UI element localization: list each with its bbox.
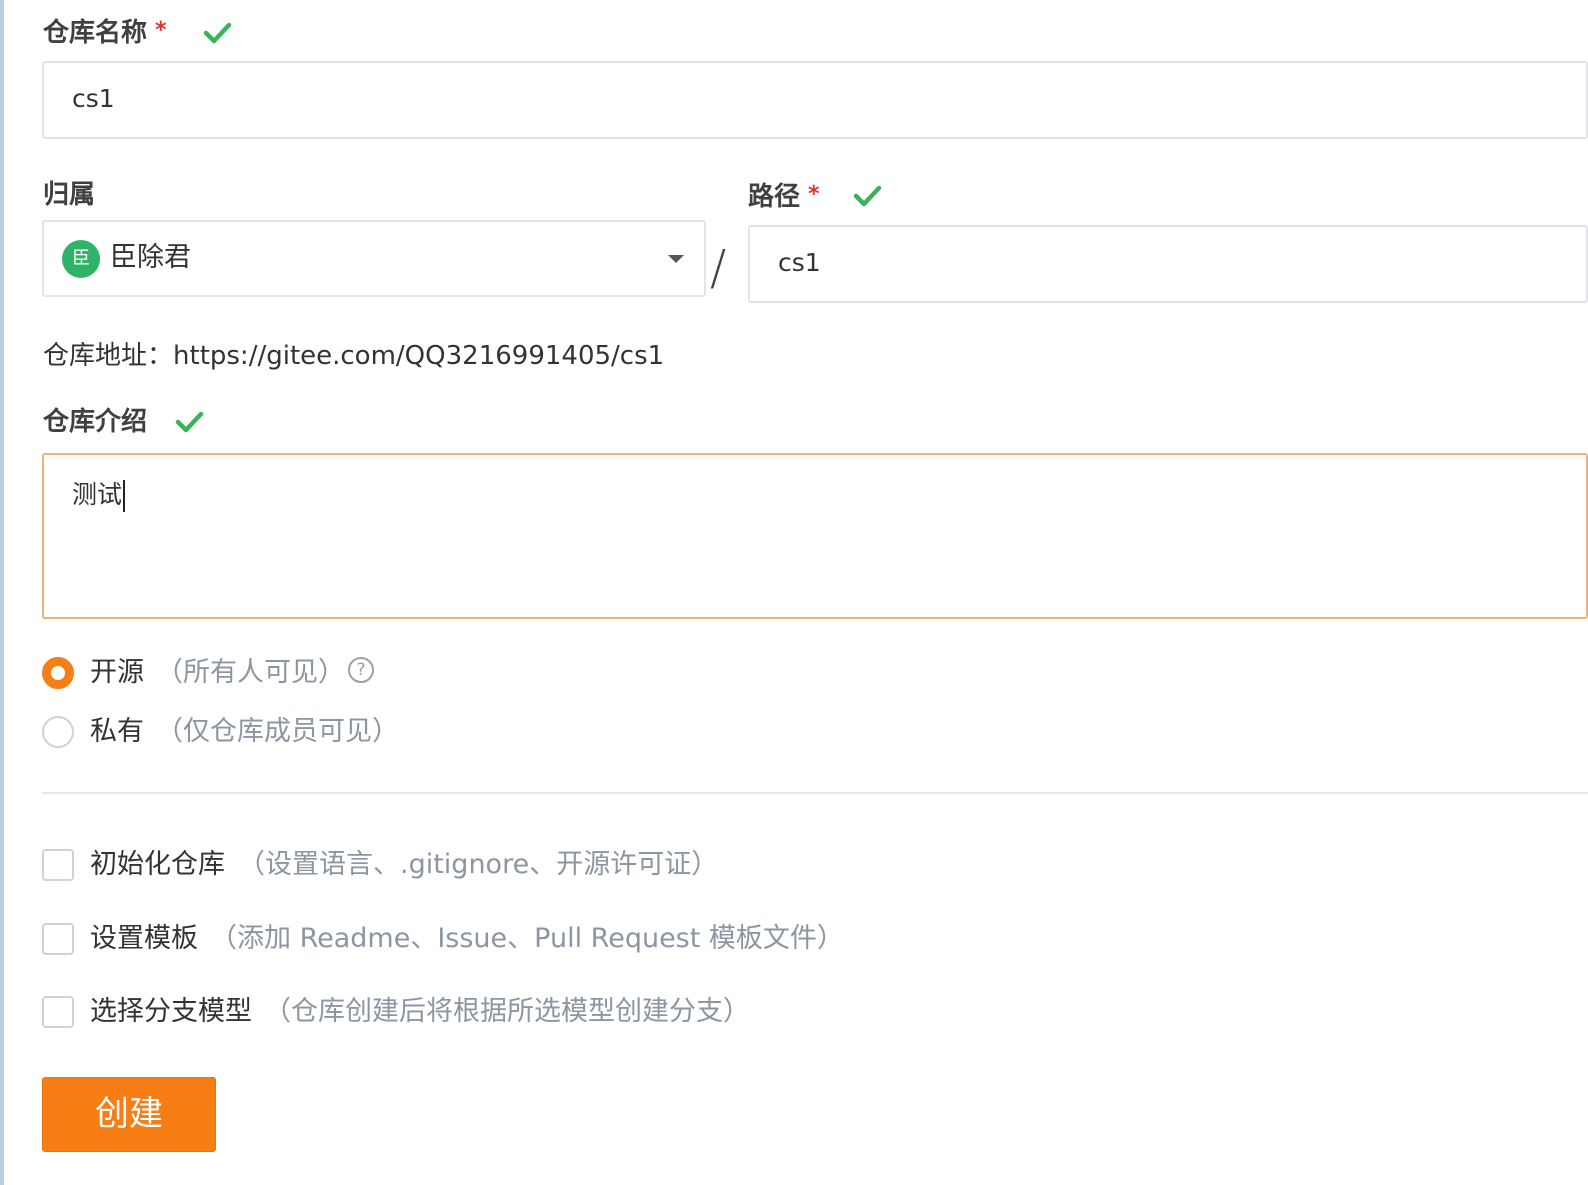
path-label: 路径 * xyxy=(748,182,820,212)
avatar: 臣 xyxy=(62,240,100,278)
private-label: 私有 xyxy=(90,716,144,747)
template-checkbox[interactable] xyxy=(42,923,74,955)
repo-url: 仓库地址：https://gitee.com/QQ3216991405/cs1 xyxy=(43,338,664,374)
create-button[interactable]: 创建 xyxy=(42,1077,216,1152)
required-mark: * xyxy=(155,18,167,43)
path-value: cs1 xyxy=(778,248,821,277)
text-cursor xyxy=(123,480,126,512)
path-input[interactable]: cs1 xyxy=(748,225,1588,303)
owner-label: 归属 xyxy=(43,180,96,210)
branch-model-checkbox[interactable] xyxy=(42,996,74,1028)
public-hint: （所有人可见） xyxy=(156,657,345,688)
init-repo-option[interactable]: 初始化仓库 （设置语言、.gitignore、开源许可证） xyxy=(42,846,762,886)
visibility-private-option[interactable]: 私有 （仅仓库成员可见） xyxy=(42,714,442,754)
check-icon xyxy=(853,185,882,207)
description-textarea[interactable]: 测试 xyxy=(42,453,1588,619)
template-option[interactable]: 设置模板 （添加 Readme、Issue、Pull Request 模板文件） xyxy=(42,920,844,960)
branch-model-hint: （仓库创建后将根据所选模型创建分支） xyxy=(264,996,750,1027)
required-mark: * xyxy=(808,182,820,207)
owner-select[interactable]: 臣 臣除君 xyxy=(42,220,706,297)
divider xyxy=(42,792,1588,794)
init-repo-checkbox[interactable] xyxy=(42,849,74,881)
private-hint: （仅仓库成员可见） xyxy=(156,716,399,747)
init-repo-hint: （设置语言、.gitignore、开源许可证） xyxy=(238,849,719,880)
repo-name-label: 仓库名称 * xyxy=(43,18,167,48)
caret-down-icon xyxy=(668,255,684,263)
repo-name-value: cs1 xyxy=(72,84,115,113)
left-border xyxy=(0,0,4,1185)
public-label: 开源 xyxy=(90,657,144,688)
branch-model-label: 选择分支模型 xyxy=(90,996,252,1027)
description-value: 测试 xyxy=(72,480,123,509)
owner-name: 臣除君 xyxy=(110,242,191,273)
branch-model-option[interactable]: 选择分支模型 （仓库创建后将根据所选模型创建分支） xyxy=(42,993,802,1033)
path-separator: / xyxy=(710,240,727,296)
check-icon xyxy=(203,22,232,44)
visibility-public-option[interactable]: 开源 （所有人可见） ? xyxy=(42,655,442,695)
init-repo-label: 初始化仓库 xyxy=(90,849,225,880)
description-label: 仓库介绍 xyxy=(43,407,148,437)
check-icon xyxy=(175,411,204,433)
repo-url-value: https://gitee.com/QQ3216991405/cs1 xyxy=(173,341,665,371)
repo-url-prefix: 仓库地址： xyxy=(43,341,174,371)
template-hint: （添加 Readme、Issue、Pull Request 模板文件） xyxy=(210,923,844,954)
private-radio[interactable] xyxy=(42,716,74,748)
question-circle-icon[interactable]: ? xyxy=(348,657,374,683)
repo-name-input[interactable]: cs1 xyxy=(42,61,1588,139)
public-radio[interactable] xyxy=(42,657,74,689)
template-label: 设置模板 xyxy=(90,923,198,954)
